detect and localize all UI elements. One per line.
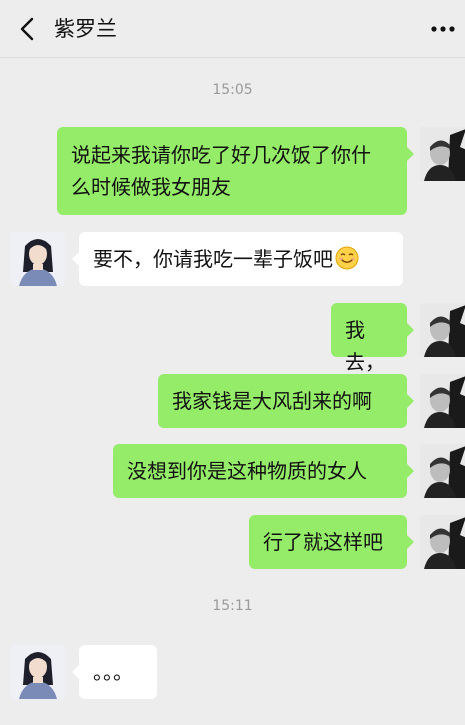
bubble-tail bbox=[407, 323, 414, 337]
message-text: 我家钱是大风刮来的啊 bbox=[172, 389, 372, 413]
message-bubble-sent[interactable]: 我家钱是大风刮来的啊 bbox=[158, 374, 407, 428]
message-text: 没想到你是这种物质的女人 bbox=[127, 459, 367, 483]
message-bubble-received[interactable]: 要不，你请我吃一辈子饭吧 bbox=[79, 232, 403, 286]
chat-title: 紫罗兰 bbox=[54, 17, 117, 41]
male-avatar-icon bbox=[420, 515, 465, 569]
male-avatar-icon bbox=[420, 444, 465, 498]
message-bubble-sent[interactable]: 行了就这样吧 bbox=[249, 515, 407, 569]
message-bubble-sent[interactable]: 说起来我请你吃了好几次饭了你什 么时候做我女朋友 bbox=[57, 127, 407, 215]
more-dots-icon[interactable] bbox=[429, 18, 457, 40]
my-avatar[interactable] bbox=[420, 444, 465, 498]
message-text: 。。。 bbox=[93, 660, 133, 684]
contact-avatar[interactable] bbox=[11, 232, 65, 286]
male-avatar-icon bbox=[420, 127, 465, 181]
my-avatar[interactable] bbox=[420, 303, 465, 357]
female-avatar-icon bbox=[11, 645, 65, 699]
female-avatar-icon bbox=[11, 232, 65, 286]
timestamp: 15:11 bbox=[212, 598, 253, 614]
bubble-tail bbox=[407, 535, 414, 549]
smiling-face-emoji-icon bbox=[335, 246, 359, 270]
bubble-tail bbox=[72, 665, 79, 679]
message-text: 要不，你请我吃一辈子饭吧 bbox=[93, 247, 333, 271]
message-bubble-sent[interactable]: 没想到你是这种物质的女人 bbox=[113, 444, 407, 498]
message-bubble-received[interactable]: 。。。 bbox=[79, 645, 157, 699]
chat-header: 紫罗兰 bbox=[0, 0, 465, 58]
my-avatar[interactable] bbox=[420, 374, 465, 428]
male-avatar-icon bbox=[420, 374, 465, 428]
bubble-tail bbox=[407, 464, 414, 478]
bubble-tail bbox=[72, 252, 79, 266]
contact-avatar[interactable] bbox=[11, 645, 65, 699]
my-avatar[interactable] bbox=[420, 127, 465, 181]
message-text: 我去， bbox=[345, 318, 385, 374]
message-bubble-sent[interactable]: 我去， bbox=[331, 303, 407, 374]
timestamp: 15:05 bbox=[212, 82, 253, 98]
my-avatar[interactable] bbox=[420, 515, 465, 569]
chevron-left-icon[interactable] bbox=[14, 14, 40, 44]
bubble-tail bbox=[407, 147, 414, 161]
bubble-tail bbox=[407, 394, 414, 408]
message-text: 行了就这样吧 bbox=[263, 530, 383, 554]
message-text: 说起来我请你吃了好几次饭了你什 么时候做我女朋友 bbox=[71, 143, 371, 199]
male-avatar-icon bbox=[420, 303, 465, 357]
